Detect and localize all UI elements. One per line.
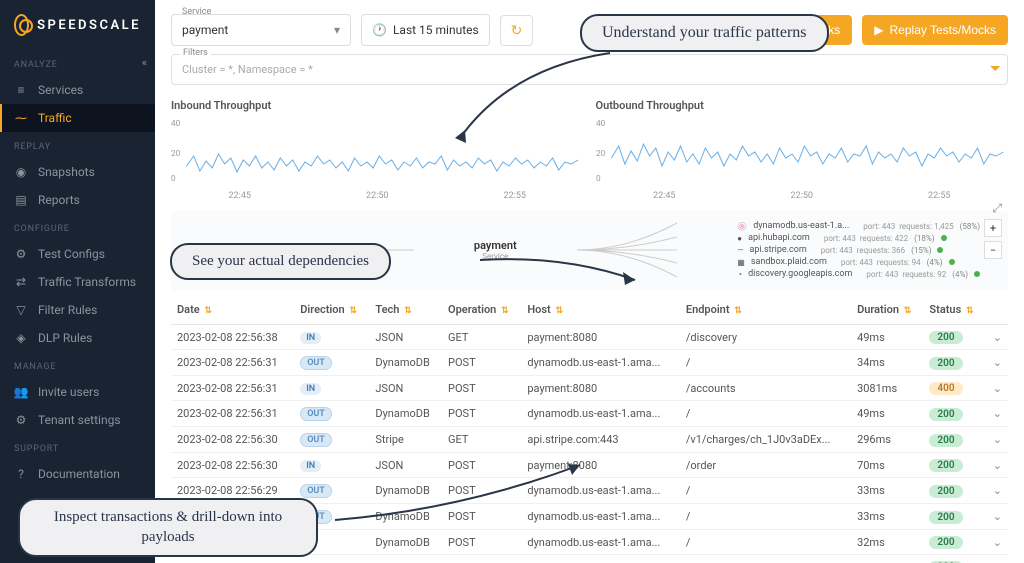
transform-icon: ⇄: [14, 275, 28, 289]
help-icon: ?: [14, 467, 28, 481]
inbound-chart: Inbound Throughput 40 20 0 22:45 22:50 2…: [171, 99, 584, 201]
table-row[interactable]: 2023-02-08 22:56:30INJSONPOSTpayment:808…: [171, 453, 1008, 478]
filter-input[interactable]: Filters Cluster = *, Namespace = * ⏷: [171, 54, 1008, 85]
main-content: Service payment 🕐 Last 15 minutes ↻ 💾 Sa…: [155, 0, 1024, 563]
col-host[interactable]: Host ⇅: [521, 295, 680, 325]
sidebar-item-test-configs[interactable]: ⚙Test Configs: [0, 240, 155, 268]
sidebar-item-dlp-rules[interactable]: ◈DLP Rules: [0, 324, 155, 352]
shield-icon: ◈: [14, 331, 28, 345]
dep-target[interactable]: ◔discovery.googleapis.comport: 443 reque…: [737, 269, 992, 279]
expand-icon[interactable]: ⤢: [992, 201, 1002, 216]
camera-icon: ◉: [14, 165, 28, 179]
col-date[interactable]: Date ⇅: [171, 295, 294, 325]
col-operation[interactable]: Operation ⇅: [442, 295, 521, 325]
table-row[interactable]: 2023-02-08 22:56:31INJSONPOSTpayment:808…: [171, 376, 1008, 401]
svg-text:40: 40: [596, 118, 606, 128]
table-row[interactable]: 2023-02-08 22:56:38INJSONGETpayment:8080…: [171, 325, 1008, 350]
sidebar-item-traffic[interactable]: ⁓Traffic: [0, 104, 155, 132]
sidebar-item-filter-rules[interactable]: ▽Filter Rules: [0, 296, 155, 324]
svg-text:40: 40: [171, 118, 181, 128]
table-row[interactable]: 2023-02-08 22:56:31OUTDynamoDBPOSTdynamo…: [171, 401, 1008, 427]
replay-tests-button[interactable]: ▶ Replay Tests/Mocks: [862, 15, 1008, 45]
dep-target[interactable]: —api.stripe.comport: 443 requests: 366(1…: [737, 245, 992, 255]
zoom-out-button[interactable]: −: [984, 241, 1002, 259]
col-endpoint[interactable]: Endpoint ⇅: [680, 295, 851, 325]
sidebar-item-services[interactable]: ≡Services: [0, 76, 155, 104]
users-icon: 👥: [14, 385, 28, 399]
svg-text:20: 20: [171, 148, 181, 158]
table-row[interactable]: 2023-02-08 22:56:31OUTDynamoDBPOSTdynamo…: [171, 350, 1008, 376]
col-status[interactable]: Status ⇅: [923, 295, 984, 325]
doc-icon: ▤: [14, 193, 28, 207]
svg-text:0: 0: [596, 173, 601, 183]
pulse-icon: ⁓: [14, 111, 28, 125]
funnel-icon: ▽: [14, 303, 28, 317]
service-select[interactable]: Service payment: [171, 14, 351, 46]
sidebar-item-invite-users[interactable]: 👥Invite users: [0, 378, 155, 406]
section-label: SUPPORT: [0, 434, 155, 460]
dep-target[interactable]: 🍥dynamodb.us-east-1.a...port: 443 reques…: [737, 221, 992, 231]
section-label: ANALYZE: [0, 50, 155, 76]
collapse-icon[interactable]: «: [142, 56, 147, 69]
gear-icon: ⚙: [14, 413, 28, 427]
annotation-inspect: Inspect transactions & drill-down into p…: [18, 498, 318, 557]
sidebar-item-reports[interactable]: ▤Reports: [0, 186, 155, 214]
outbound-chart: Outbound Throughput 40 20 0 22:45 22:50 …: [596, 99, 1009, 201]
col-duration[interactable]: Duration ⇅: [851, 295, 923, 325]
dep-targets: 🍥dynamodb.us-east-1.a...port: 443 reques…: [737, 221, 992, 279]
col-tech[interactable]: Tech ⇅: [369, 295, 442, 325]
section-label: MANAGE: [0, 352, 155, 378]
refresh-button[interactable]: ↻: [500, 15, 534, 46]
list-icon: ≡: [14, 83, 28, 97]
funnel-icon[interactable]: ⏷: [990, 61, 1001, 77]
svg-text:0: 0: [171, 173, 176, 183]
sidebar-item-documentation[interactable]: ?Documentation: [0, 460, 155, 488]
sidebar-item-tenant-settings[interactable]: ⚙Tenant settings: [0, 406, 155, 434]
zoom-in-button[interactable]: +: [984, 219, 1002, 237]
logo-text: SPEEDSCALE: [37, 18, 141, 33]
annotation-deps: See your actual dependencies: [170, 243, 391, 280]
sliders-icon: ⚙: [14, 247, 28, 261]
table-row[interactable]: 2023-02-08 22:56:30OUTStripeGETapi.strip…: [171, 427, 1008, 453]
svg-text:20: 20: [596, 148, 606, 158]
section-label: CONFIGURE: [0, 214, 155, 240]
annotation-traffic: Understand your traffic patterns: [580, 14, 829, 52]
logo: SPEEDSCALE: [0, 14, 155, 50]
section-label: REPLAY: [0, 132, 155, 158]
dep-center-service: payment Service: [474, 239, 517, 261]
sidebar-item-snapshots[interactable]: ◉Snapshots: [0, 158, 155, 186]
col-direction[interactable]: Direction ⇅: [294, 295, 369, 325]
logo-icon: [14, 14, 29, 36]
clock-icon: 🕐: [372, 23, 387, 37]
sidebar-item-traffic-transforms[interactable]: ⇄Traffic Transforms: [0, 268, 155, 296]
dep-target[interactable]: ●api.hubapi.comport: 443 requests: 422(1…: [737, 233, 992, 243]
dep-target[interactable]: ▦sandbox.plaid.comport: 443 requests: 94…: [737, 257, 992, 267]
play-icon: ▶: [874, 23, 883, 37]
sidebar: SPEEDSCALE « ANALYZE≡Services⁓TrafficREP…: [0, 0, 155, 563]
time-range-select[interactable]: 🕐 Last 15 minutes: [361, 14, 490, 46]
